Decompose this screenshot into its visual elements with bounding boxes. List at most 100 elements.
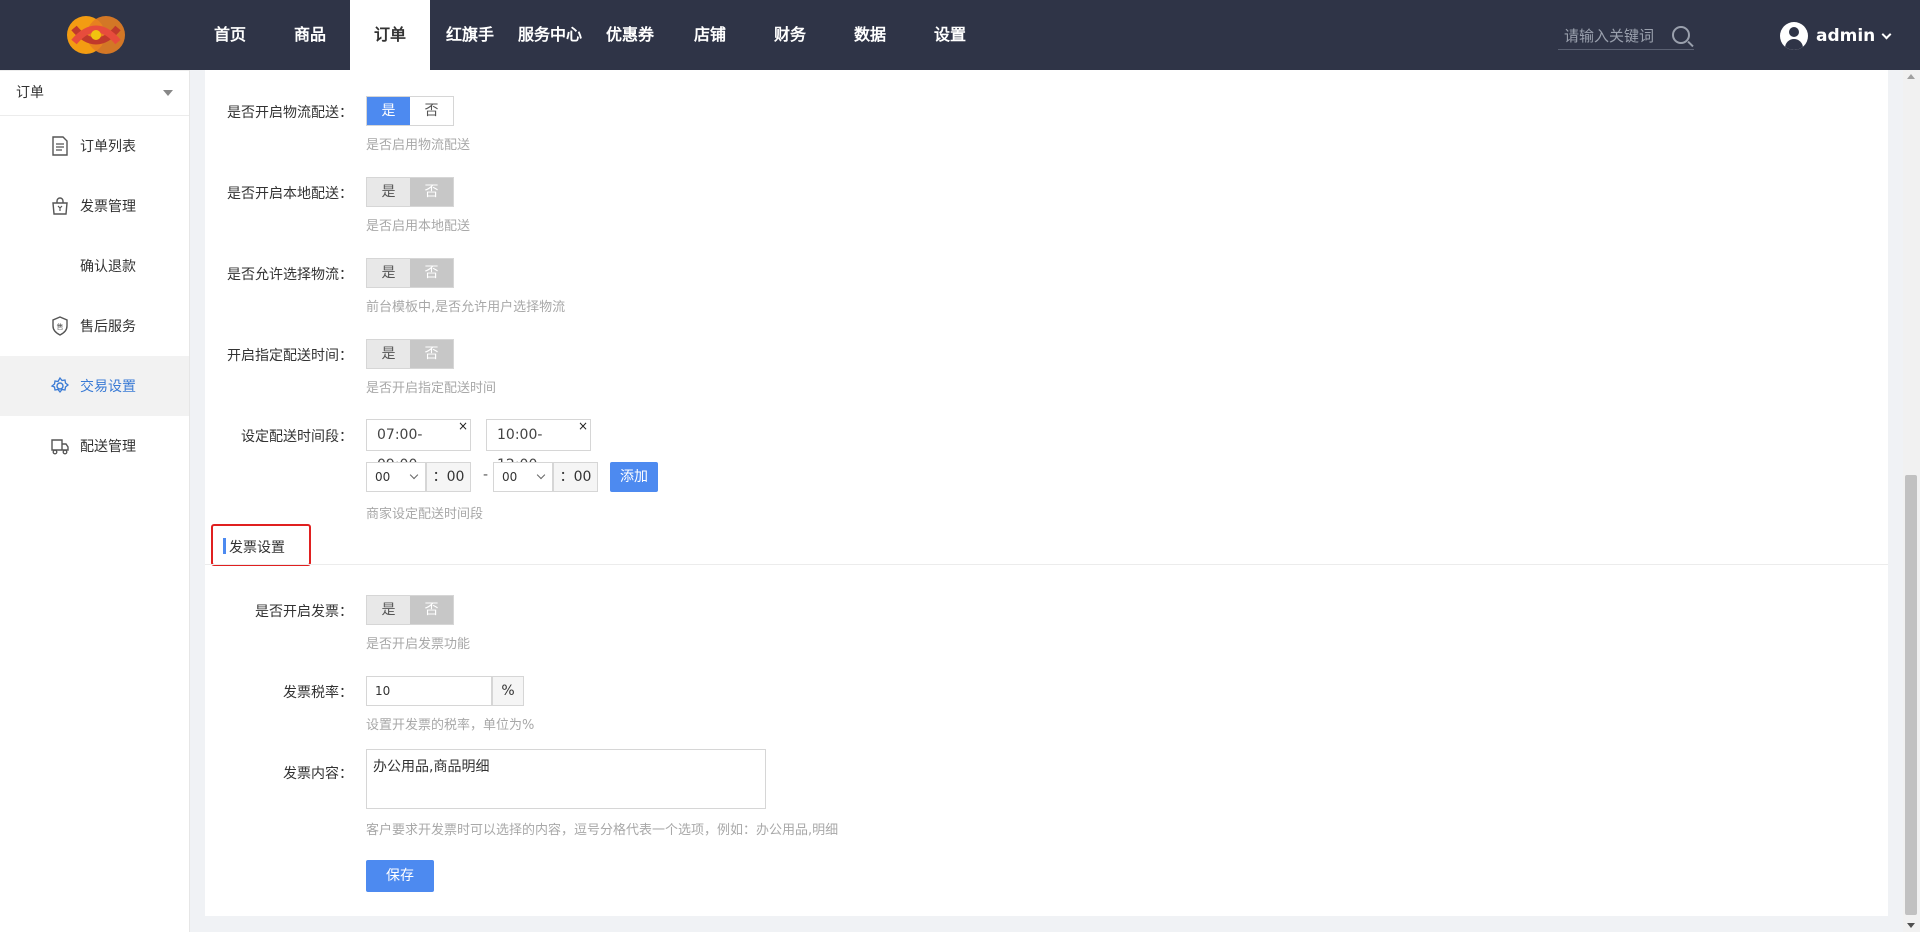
start-hour-select[interactable]: 00	[366, 462, 426, 492]
sidebar-item-label: 发票管理	[80, 199, 136, 215]
time-slot-tag: 10:00-12:00 ×	[486, 419, 591, 473]
invoice-enable-label: 是否开启发票：	[255, 604, 353, 620]
svg-text:售: 售	[57, 322, 64, 331]
local-delivery-yes-option[interactable]: 是	[367, 178, 410, 206]
settings-panel: 是否开启物流配送： 是 否 是否启用物流配送 是否开启本地配送： 是 否 是否启…	[205, 70, 1888, 916]
nav-orders[interactable]: 订单	[350, 0, 430, 70]
choose-logistics-toggle[interactable]: 是 否	[366, 258, 454, 288]
logistics-hint: 是否启用物流配送	[366, 138, 471, 153]
chevron-down-icon	[409, 470, 419, 480]
close-icon[interactable]: ×	[458, 411, 468, 441]
search-input[interactable]: 请输入关键词	[1558, 20, 1694, 50]
sidebar-header[interactable]: 订单	[0, 70, 189, 116]
sidebar-item-label: 确认退款	[80, 259, 136, 275]
local-delivery-toggle[interactable]: 是 否	[366, 177, 454, 207]
tax-rate-input[interactable]: 10	[366, 676, 492, 706]
avatar	[1780, 22, 1808, 50]
invoice-content-hint: 客户要求开发票时可以选择的内容，逗号分格代表一个选项，例如：办公用品,明细	[366, 823, 839, 838]
end-hour-value: 00	[502, 470, 518, 484]
start-minute-addon: ：00	[426, 462, 471, 492]
sidebar-item-trade-settings[interactable]: 交易设置	[0, 356, 189, 416]
nav-red-flag[interactable]: 红旗手	[430, 0, 510, 70]
nav-home[interactable]: 首页	[190, 0, 270, 70]
sidebar: 订单 订单列表 发票管理 确认退款 售 售后服务 交易设置 配送管理	[0, 70, 190, 932]
scroll-up-arrow-icon[interactable]	[1907, 74, 1915, 79]
delivery-time-hint: 是否开启指定配送时间	[366, 381, 497, 396]
sidebar-item-invoice[interactable]: 发票管理	[0, 176, 189, 236]
main-nav: 首页 商品 订单 红旗手 服务中心 优惠券 店铺 财务 数据 设置	[190, 0, 990, 70]
document-icon	[50, 136, 70, 156]
start-hour-value: 00	[375, 470, 391, 484]
chevron-down-icon	[1881, 29, 1892, 39]
sidebar-item-delivery[interactable]: 配送管理	[0, 416, 189, 476]
invoice-enable-toggle[interactable]: 是 否	[366, 595, 454, 625]
time-slot-tag: 07:00-09:00 ×	[366, 419, 471, 473]
tax-rate-unit: %	[492, 676, 524, 706]
delivery-time-toggle[interactable]: 是 否	[366, 339, 454, 369]
logistics-toggle[interactable]: 是 否	[366, 96, 454, 126]
search-placeholder: 请输入关键词	[1564, 27, 1655, 45]
local-delivery-label: 是否开启本地配送：	[227, 186, 353, 202]
scroll-down-arrow-icon[interactable]	[1907, 923, 1915, 928]
tax-rate-hint: 设置开发票的税率，单位为%	[366, 718, 535, 733]
user-name: admin	[1816, 26, 1876, 46]
invoice-section-header: 发票设置	[211, 524, 311, 566]
add-time-slot-button[interactable]: 添加	[610, 462, 658, 492]
invoice-content-textarea[interactable]: 办公用品,商品明细	[366, 749, 766, 809]
time-slots-hint: 商家设定配送时间段	[366, 507, 484, 522]
local-delivery-no-option[interactable]: 否	[410, 178, 453, 206]
time-range-separator: -	[483, 467, 489, 483]
nav-coupons[interactable]: 优惠券	[590, 0, 670, 70]
sidebar-item-label: 售后服务	[80, 319, 136, 335]
delivery-truck-icon	[50, 436, 70, 456]
sidebar-item-label: 配送管理	[80, 439, 136, 455]
invoice-content-label: 发票内容：	[283, 766, 353, 782]
choose-logistics-hint: 前台模板中,是否允许用户选择物流	[366, 300, 566, 315]
section-divider	[205, 564, 1888, 565]
invoice-enable-hint: 是否开启发票功能	[366, 637, 471, 652]
sidebar-item-label: 交易设置	[80, 379, 136, 395]
section-accent-bar	[223, 538, 226, 554]
choose-logistics-yes-option[interactable]: 是	[367, 259, 410, 287]
user-menu[interactable]: admin	[1780, 22, 1892, 50]
local-delivery-hint: 是否启用本地配送	[366, 219, 471, 234]
tax-rate-label: 发票税率：	[283, 685, 353, 701]
top-navigation-bar: 首页 商品 订单 红旗手 服务中心 优惠券 店铺 财务 数据 设置 请输入关键词…	[0, 0, 1920, 70]
nav-finance[interactable]: 财务	[750, 0, 830, 70]
search-icon[interactable]	[1672, 26, 1690, 44]
gear-icon	[50, 376, 70, 396]
end-hour-select[interactable]: 00	[493, 462, 553, 492]
nav-settings[interactable]: 设置	[910, 0, 990, 70]
invoice-enable-no-option[interactable]: 否	[410, 596, 453, 624]
nav-data[interactable]: 数据	[830, 0, 910, 70]
sidebar-title: 订单	[16, 85, 44, 101]
sidebar-item-label: 订单列表	[80, 139, 136, 155]
invoice-section-title: 发票设置	[229, 540, 285, 556]
delivery-time-no-option[interactable]: 否	[410, 340, 453, 368]
scrollbar-thumb[interactable]	[1905, 475, 1917, 915]
end-minute-addon: ：00	[553, 462, 598, 492]
choose-logistics-label: 是否允许选择物流：	[227, 267, 353, 283]
page-scrollbar[interactable]	[1903, 70, 1920, 932]
sidebar-item-order-list[interactable]: 订单列表	[0, 116, 189, 176]
logistics-yes-option[interactable]: 是	[367, 97, 410, 125]
caret-down-icon	[163, 90, 173, 96]
close-icon[interactable]: ×	[578, 411, 588, 441]
save-button[interactable]: 保存	[366, 860, 434, 892]
sidebar-item-after-sales[interactable]: 售 售后服务	[0, 296, 189, 356]
invoice-enable-yes-option[interactable]: 是	[367, 596, 410, 624]
choose-logistics-no-option[interactable]: 否	[410, 259, 453, 287]
logistics-label: 是否开启物流配送：	[227, 105, 353, 121]
brand-logo-icon[interactable]	[60, 10, 132, 60]
service-shield-icon: 售	[50, 316, 70, 336]
nav-goods[interactable]: 商品	[270, 0, 350, 70]
nav-service-center[interactable]: 服务中心	[510, 0, 590, 70]
sidebar-item-confirm-refund[interactable]: 确认退款	[0, 236, 189, 296]
invoice-bag-icon	[50, 196, 70, 216]
delivery-time-yes-option[interactable]: 是	[367, 340, 410, 368]
nav-stores[interactable]: 店铺	[670, 0, 750, 70]
logistics-no-option[interactable]: 否	[410, 97, 453, 125]
delivery-time-label: 开启指定配送时间：	[227, 348, 353, 364]
chevron-down-icon	[536, 470, 546, 480]
time-slots-label: 设定配送时间段：	[241, 429, 353, 445]
